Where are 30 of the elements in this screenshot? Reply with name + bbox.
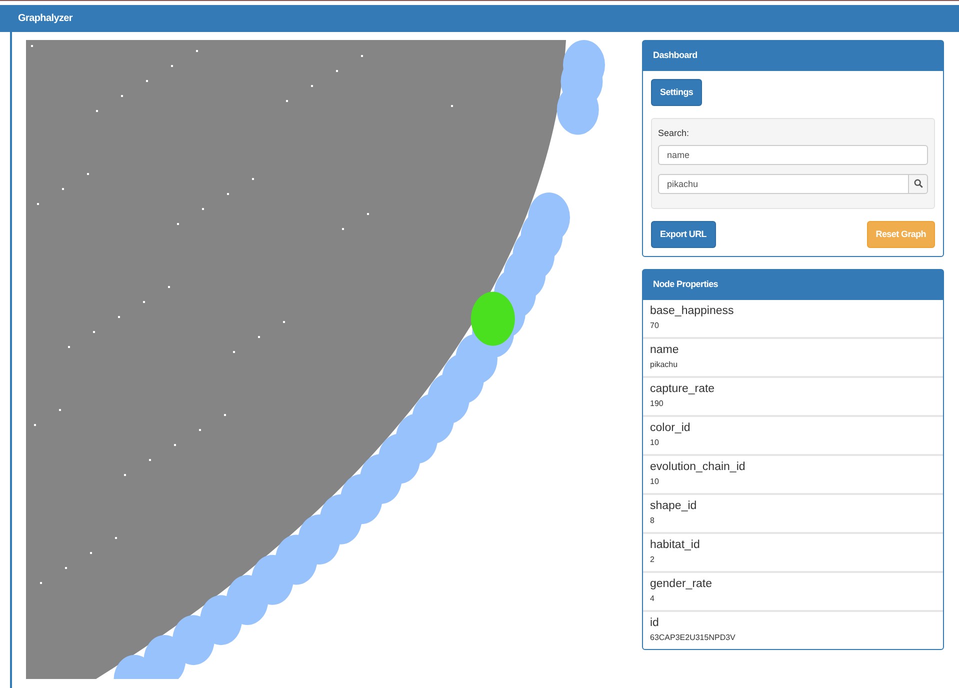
property-name: shape_id <box>650 498 698 514</box>
panel-title: Dashboard <box>643 41 943 70</box>
property-value: 63CAP3E2U315NPD3V <box>650 632 736 644</box>
property-name: name <box>650 342 680 358</box>
property-value: 190 <box>650 398 664 410</box>
property-name: gender_rate <box>650 576 714 592</box>
search-field[interactable]: name <box>658 144 928 164</box>
selected-node[interactable] <box>470 292 515 346</box>
property-name: base_happiness <box>650 304 735 318</box>
property-value: 70 <box>650 320 660 332</box>
settings-button[interactable]: Settings <box>651 78 702 106</box>
property-name: habitat_id <box>650 538 701 552</box>
app-title: Graphalyzer <box>18 12 73 26</box>
property-value: 10 <box>650 476 660 488</box>
property-name: evolution_chain_id <box>650 460 746 474</box>
property-name: color_id <box>650 420 692 436</box>
property-value: 2 <box>650 554 656 566</box>
property-name: id <box>650 616 660 630</box>
search-button[interactable] <box>909 174 928 194</box>
property-value: 8 <box>650 514 656 526</box>
export-url-button[interactable]: Export URL <box>651 220 716 248</box>
property-value: 4 <box>650 592 656 604</box>
graph-node-cluster[interactable] <box>556 40 605 135</box>
property-value: 10 <box>650 436 660 448</box>
property-value: pikachu <box>650 358 679 371</box>
panel-title: Node Properties <box>643 270 943 300</box>
search-label: Search: <box>658 127 690 140</box>
graph-node-chain[interactable] <box>114 192 570 679</box>
property-name: capture_rate <box>650 382 716 396</box>
search-icon <box>914 179 923 188</box>
